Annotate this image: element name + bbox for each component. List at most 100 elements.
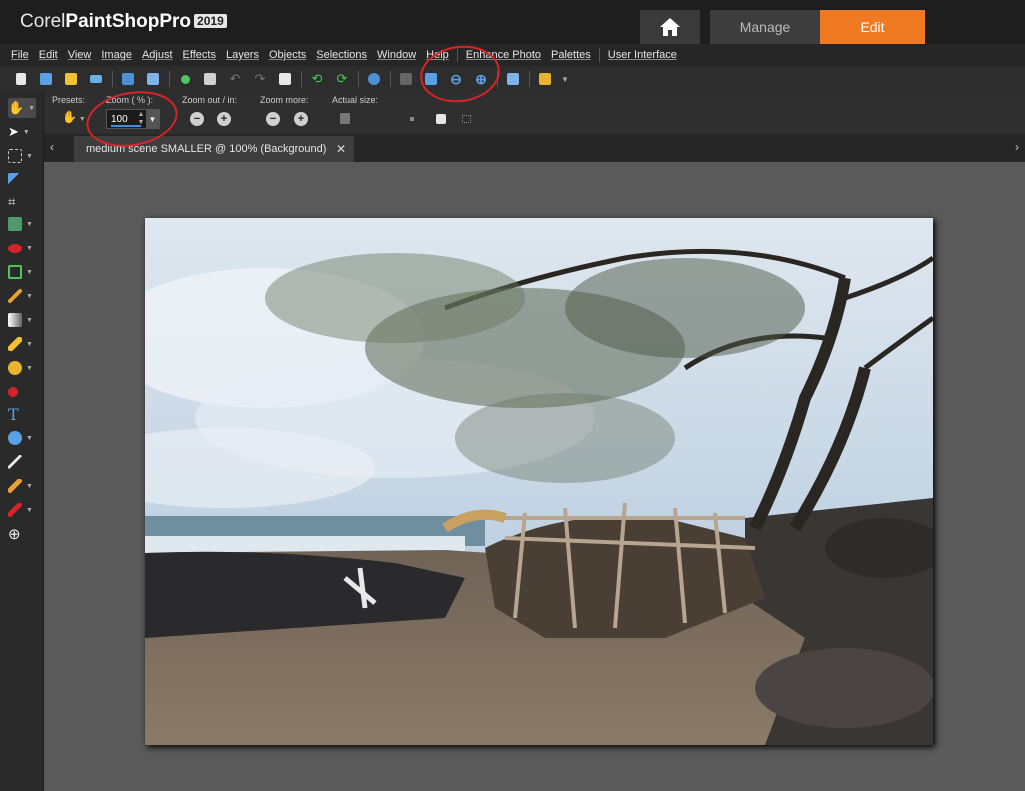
menu-help[interactable]: Help <box>421 49 454 61</box>
brand-suffix: Pro <box>159 11 192 32</box>
menu-separator <box>456 48 458 62</box>
toolbar-separator <box>301 71 302 87</box>
pen-tool-icon[interactable] <box>8 452 36 472</box>
zoom-dropdown-icon[interactable]: ▼ <box>146 110 159 128</box>
document-tab-bar: ‹ medium scene SMALLER @ 100% (Backgroun… <box>44 134 1025 162</box>
home-tab[interactable] <box>640 10 700 44</box>
fit-window-option-icon[interactable] <box>436 114 446 124</box>
document-tab-title: medium scene SMALLER @ 100% (Background) <box>86 143 327 155</box>
title-bar: CorelPaintShopPro 2019 Manage Edit <box>0 0 1025 44</box>
menu-view[interactable]: View <box>63 49 97 61</box>
pan-tool-icon[interactable]: ✋ ▼ <box>8 98 36 118</box>
scan-icon[interactable] <box>87 70 105 88</box>
fit-image-icon[interactable] <box>410 117 414 121</box>
redo-icon[interactable]: ↷ <box>251 70 269 88</box>
gradient-tool-icon[interactable]: ▼ <box>8 310 36 330</box>
browse-icon[interactable] <box>37 70 55 88</box>
zoom-more-in-button[interactable]: + <box>294 112 308 126</box>
resize-icon[interactable] <box>276 70 294 88</box>
zoom-label: Zoom ( % ): <box>106 95 154 105</box>
menu-separator <box>598 48 600 62</box>
zoom-value: 100 <box>111 114 128 125</box>
tabs-scroll-right-icon[interactable]: › <box>1015 140 1019 154</box>
close-tab-icon[interactable]: ✕ <box>336 142 346 156</box>
menu-window[interactable]: Window <box>372 49 421 61</box>
save-icon[interactable] <box>119 70 137 88</box>
share-icon[interactable] <box>176 70 194 88</box>
presets-button[interactable]: ✋ ▼ <box>62 110 90 128</box>
brand-name: PaintShop <box>65 11 160 32</box>
zoom-fit-icon[interactable] <box>422 70 440 88</box>
crop-tool-icon[interactable]: ⌗ <box>8 192 36 212</box>
menu-palettes[interactable]: Palettes <box>546 49 596 61</box>
tool-options-palette: Presets: ✋ ▼ Zoom ( % ): 100 ▲ ▼ ▼ Zoom o… <box>44 92 1025 134</box>
rotate-left-icon[interactable]: ⟲ <box>308 70 326 88</box>
grid-icon[interactable] <box>397 70 415 88</box>
toolbar-separator <box>112 71 113 87</box>
tabs-scroll-left-icon[interactable]: ‹ <box>50 140 54 154</box>
standard-toolbar: ↶ ↷ ⟲ ⟳ ⊖ ⊕ ▼ <box>0 66 1025 92</box>
menu-bar: File Edit View Image Adjust Effects Laye… <box>0 44 1025 66</box>
selection-tool-icon[interactable]: ▼ <box>8 146 36 166</box>
zoom-more-label: Zoom more: <box>260 95 309 105</box>
info-icon[interactable] <box>365 70 383 88</box>
zoom-more-out-button[interactable]: − <box>266 112 280 126</box>
photo-image <box>145 218 933 745</box>
toolbar-separator <box>529 71 530 87</box>
lighten-tool-icon[interactable]: ▼ <box>8 500 36 520</box>
actual-size-button[interactable] <box>340 113 350 124</box>
home-icon <box>660 18 680 36</box>
zoom-in-button[interactable]: + <box>217 112 231 126</box>
print-icon[interactable] <box>201 70 219 88</box>
manage-tab[interactable]: Manage <box>710 10 820 44</box>
menu-enhance-photo[interactable]: Enhance Photo <box>461 49 546 61</box>
menu-edit[interactable]: Edit <box>34 49 63 61</box>
new-icon[interactable] <box>12 70 30 88</box>
undo-icon[interactable]: ↶ <box>226 70 244 88</box>
straighten-tool-icon[interactable]: ▼ <box>8 214 36 234</box>
pick-tool-icon[interactable]: ➤ ▼ <box>8 122 36 142</box>
zoom-percent-field[interactable]: 100 ▲ ▼ ▼ <box>106 109 160 129</box>
app-logo: CorelPaintShopPro 2019 <box>20 11 227 33</box>
dropper-tool-icon[interactable] <box>8 170 36 190</box>
open-icon[interactable] <box>62 70 80 88</box>
menu-layers[interactable]: Layers <box>221 49 264 61</box>
menu-effects[interactable]: Effects <box>178 49 221 61</box>
text-tool-icon[interactable]: T <box>8 404 36 424</box>
layers-dropdown-arrow-icon[interactable]: ▼ <box>561 75 569 84</box>
red-eye-tool-icon[interactable]: ▼ <box>8 238 36 258</box>
retouch-tool-icon[interactable]: ▼ <box>8 476 36 496</box>
add-tool-icon[interactable]: ⊕ <box>8 524 36 544</box>
toolbar-separator <box>169 71 170 87</box>
menu-selections[interactable]: Selections <box>311 49 372 61</box>
fit-window-icon[interactable] <box>504 70 522 88</box>
zoom-out-icon[interactable]: ⊖ <box>447 70 465 88</box>
clone-tool-icon[interactable]: ▼ <box>8 262 36 282</box>
image-canvas[interactable] <box>44 162 1025 791</box>
layers-icon[interactable] <box>536 70 554 88</box>
edit-tab[interactable]: Edit <box>820 10 925 44</box>
shape-tool-icon[interactable]: ▼ <box>8 428 36 448</box>
save-as-icon[interactable] <box>144 70 162 88</box>
zoom-out-in-label: Zoom out / in: <box>182 95 238 105</box>
paint-bucket-tool-icon[interactable]: ▼ <box>8 358 36 378</box>
toolbar-separator <box>497 71 498 87</box>
menu-file[interactable]: File <box>6 49 34 61</box>
zoom-spinner-icon[interactable]: ▲ ▼ <box>136 111 146 127</box>
menu-adjust[interactable]: Adjust <box>137 49 178 61</box>
document-tab[interactable]: medium scene SMALLER @ 100% (Background)… <box>74 136 354 162</box>
menu-image[interactable]: Image <box>96 49 137 61</box>
rotate-right-icon[interactable]: ⟳ <box>333 70 351 88</box>
zoom-in-icon[interactable]: ⊕ <box>472 70 490 88</box>
brand-prefix: Corel <box>20 11 66 32</box>
paintshop-window: CorelPaintShopPro 2019 Manage Edit File E… <box>0 0 1025 791</box>
menu-objects[interactable]: Objects <box>264 49 311 61</box>
color-dot-tool-icon[interactable] <box>8 382 36 402</box>
actual-size-label: Actual size: <box>332 95 379 105</box>
paint-brush-tool-icon[interactable]: ▼ <box>8 286 36 306</box>
fit-selection-icon[interactable] <box>462 115 471 123</box>
eraser-tool-icon[interactable]: ▼ <box>8 334 36 354</box>
presets-label: Presets: <box>52 95 86 105</box>
zoom-out-button[interactable]: − <box>190 112 204 126</box>
menu-user-interface[interactable]: User Interface <box>603 49 682 61</box>
